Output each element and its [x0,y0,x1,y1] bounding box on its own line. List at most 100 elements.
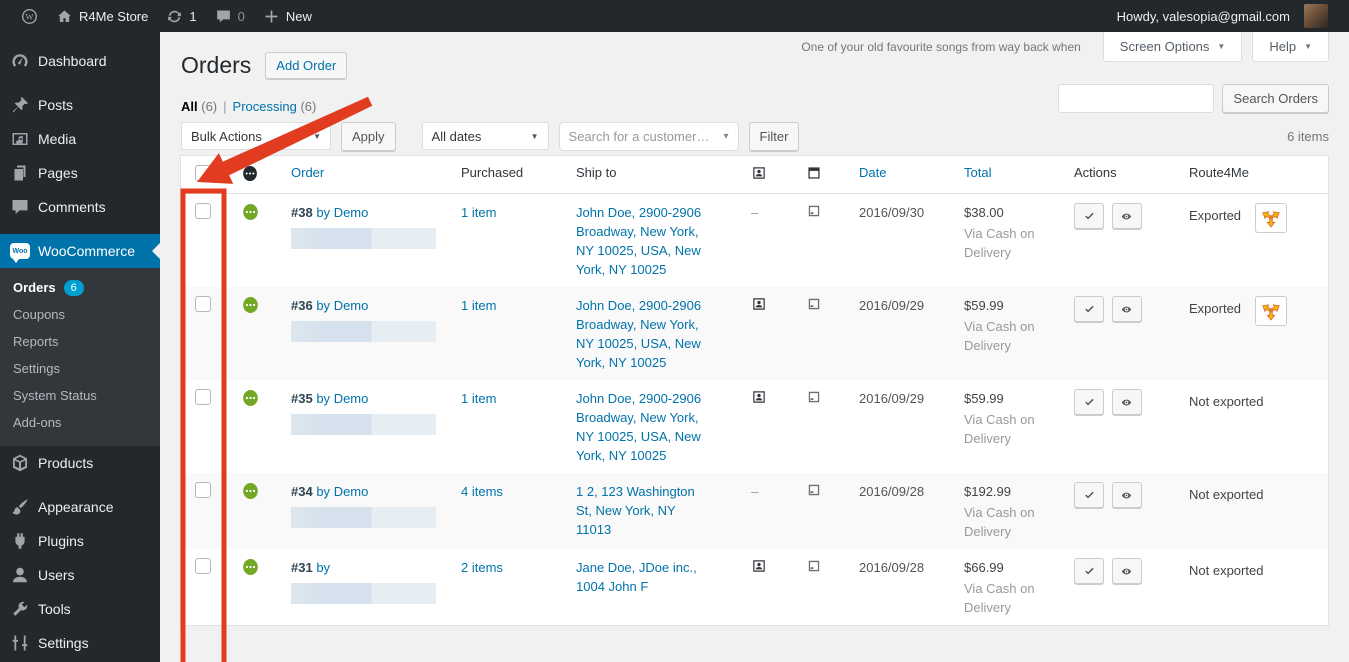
sidebar-item-icon [10,197,30,217]
ship-to-address-link[interactable]: John Doe, 2900-2906 Broadway, New York, … [576,296,713,372]
purchased-items-link[interactable]: 1 item [461,205,496,220]
sidebar-item[interactable]: Tools [0,592,160,626]
sidebar-item[interactable]: Media [0,122,160,156]
route4me-view-route-button[interactable] [1255,203,1288,233]
comment-icon [215,8,232,25]
sidebar-item-label: Settings [38,635,89,651]
order-link[interactable]: #36 by Demo [291,298,368,313]
search-orders-button[interactable]: Search Orders [1222,84,1329,113]
site-menu[interactable]: R4Me Store [47,0,157,32]
sidebar-item-label: Comments [38,199,106,215]
select-all-checkbox[interactable] [195,165,211,181]
purchased-items-link[interactable]: 2 items [461,560,503,575]
sidebar-subitem[interactable]: Add-ons [0,409,160,436]
sort-by-order[interactable]: Order [291,165,324,180]
complete-order-button[interactable] [1074,558,1104,584]
complete-order-button[interactable] [1074,482,1104,508]
check-icon [1083,489,1096,502]
row-checkbox[interactable] [195,296,211,312]
order-row: #35 by Demo 1 item John Doe, 2900-2906 B… [181,380,1328,473]
bulk-actions-value: Bulk Actions [191,128,262,144]
purchased-items-link[interactable]: 1 item [461,298,496,313]
order-total: $66.99 [964,560,1004,575]
sort-by-total[interactable]: Total [964,165,991,180]
complete-order-button[interactable] [1074,389,1104,415]
order-total: $38.00 [964,205,1004,220]
view-order-button[interactable] [1111,482,1142,508]
view-order-button[interactable] [1111,389,1142,415]
complete-order-button[interactable] [1074,296,1104,322]
order-link[interactable]: #31 by [291,560,330,575]
view-processing-link[interactable]: Processing (6) [233,99,317,114]
row-checkbox[interactable] [195,389,211,405]
route4me-view-route-button[interactable] [1255,296,1288,326]
order-total: $59.99 [964,298,1004,313]
sidebar-item[interactable]: Dashboard [0,44,160,78]
chevron-down-icon: ▼ [1304,42,1312,51]
sidebar-subitem[interactable]: System Status [0,382,160,409]
order-date: 2016/09/28 [859,560,925,575]
home-icon [56,8,73,25]
sidebar-item[interactable]: Comments [0,190,160,224]
sort-by-date[interactable]: Date [859,165,886,180]
purchased-items-link[interactable]: 1 item [461,391,496,406]
order-link[interactable]: #35 by Demo [291,391,368,406]
my-account-menu[interactable]: Howdy, valesopia@gmail.com [1108,0,1337,32]
comments-menu[interactable]: 0 [206,0,254,32]
filter-button[interactable]: Filter [748,121,800,151]
purchased-items-link[interactable]: 4 items [461,484,503,499]
updates-menu[interactable]: 1 [157,0,205,32]
order-link[interactable]: #34 by Demo [291,484,368,499]
row-checkbox[interactable] [195,558,211,574]
search-orders-input[interactable] [1058,84,1215,113]
apply-button[interactable]: Apply [341,121,396,151]
sidebar-item-icon [10,51,30,71]
sidebar-subitem-label: Orders [13,280,56,295]
order-row: #38 by Demo 1 item John Doe, 2900-2906 B… [181,194,1328,287]
sidebar-item[interactable]: Appearance [0,490,160,524]
sidebar-subitem[interactable]: Coupons [0,301,160,328]
ship-to-address-link[interactable]: John Doe, 2900-2906 Broadway, New York, … [576,389,713,465]
view-order-button[interactable] [1111,558,1142,584]
status-column-icon [242,165,258,182]
eye-icon [1120,489,1133,502]
view-all-link[interactable]: All (6) [181,99,217,114]
view-order-button[interactable] [1111,203,1142,229]
sidebar-item[interactable]: Users [0,558,160,592]
help-button[interactable]: Help ▼ [1252,32,1329,62]
processing-status-icon [242,389,259,407]
bulk-actions-select[interactable]: Bulk Actions ▼ [181,122,331,150]
view-order-button[interactable] [1111,296,1142,322]
note-icon [806,296,822,312]
date-filter-select[interactable]: All dates ▼ [421,122,549,150]
sidebar-item-woocommerce[interactable]: Woo WooCommerce [0,234,160,268]
sidebar-subitem[interactable]: Reports [0,328,160,355]
route4me-icon [1261,301,1281,321]
no-customer-dash: – [751,205,759,220]
sidebar-subitem[interactable]: Orders 6 [0,274,160,301]
sidebar-item[interactable]: Plugins [0,524,160,558]
sidebar-item[interactable]: Pages [0,156,160,190]
chevron-down-icon: ▼ [530,131,539,141]
wp-logo-menu[interactable]: W [12,0,47,32]
ship-to-address-link[interactable]: 1 2, 123 Washington St, New York, NY 110… [576,482,713,539]
ship-to-address-link[interactable]: John Doe, 2900-2906 Broadway, New York, … [576,203,713,279]
sidebar-item-icon [10,599,30,619]
complete-order-button[interactable] [1074,203,1104,229]
orders-count-badge: 6 [63,279,84,296]
new-menu[interactable]: New [254,0,321,32]
screen-options-button[interactable]: Screen Options ▼ [1102,32,1243,62]
processing-status-icon [242,296,259,314]
order-link[interactable]: #38 by Demo [291,205,368,220]
order-date: 2016/09/29 [859,298,925,313]
customer-search-select[interactable]: Search for a customer… ▾ [558,121,739,151]
sidebar-item[interactable]: Products [0,446,160,480]
sidebar-item[interactable]: Posts [0,88,160,122]
row-checkbox[interactable] [195,203,211,219]
sidebar-subitem[interactable]: Settings [0,355,160,382]
row-checkbox[interactable] [195,482,211,498]
add-order-button[interactable]: Add Order [265,52,348,79]
ship-to-address-link[interactable]: Jane Doe, JDoe inc., 1004 John F [576,558,713,596]
sidebar-item[interactable]: Settings [0,626,160,660]
sidebar-item-label: Dashboard [38,53,107,69]
